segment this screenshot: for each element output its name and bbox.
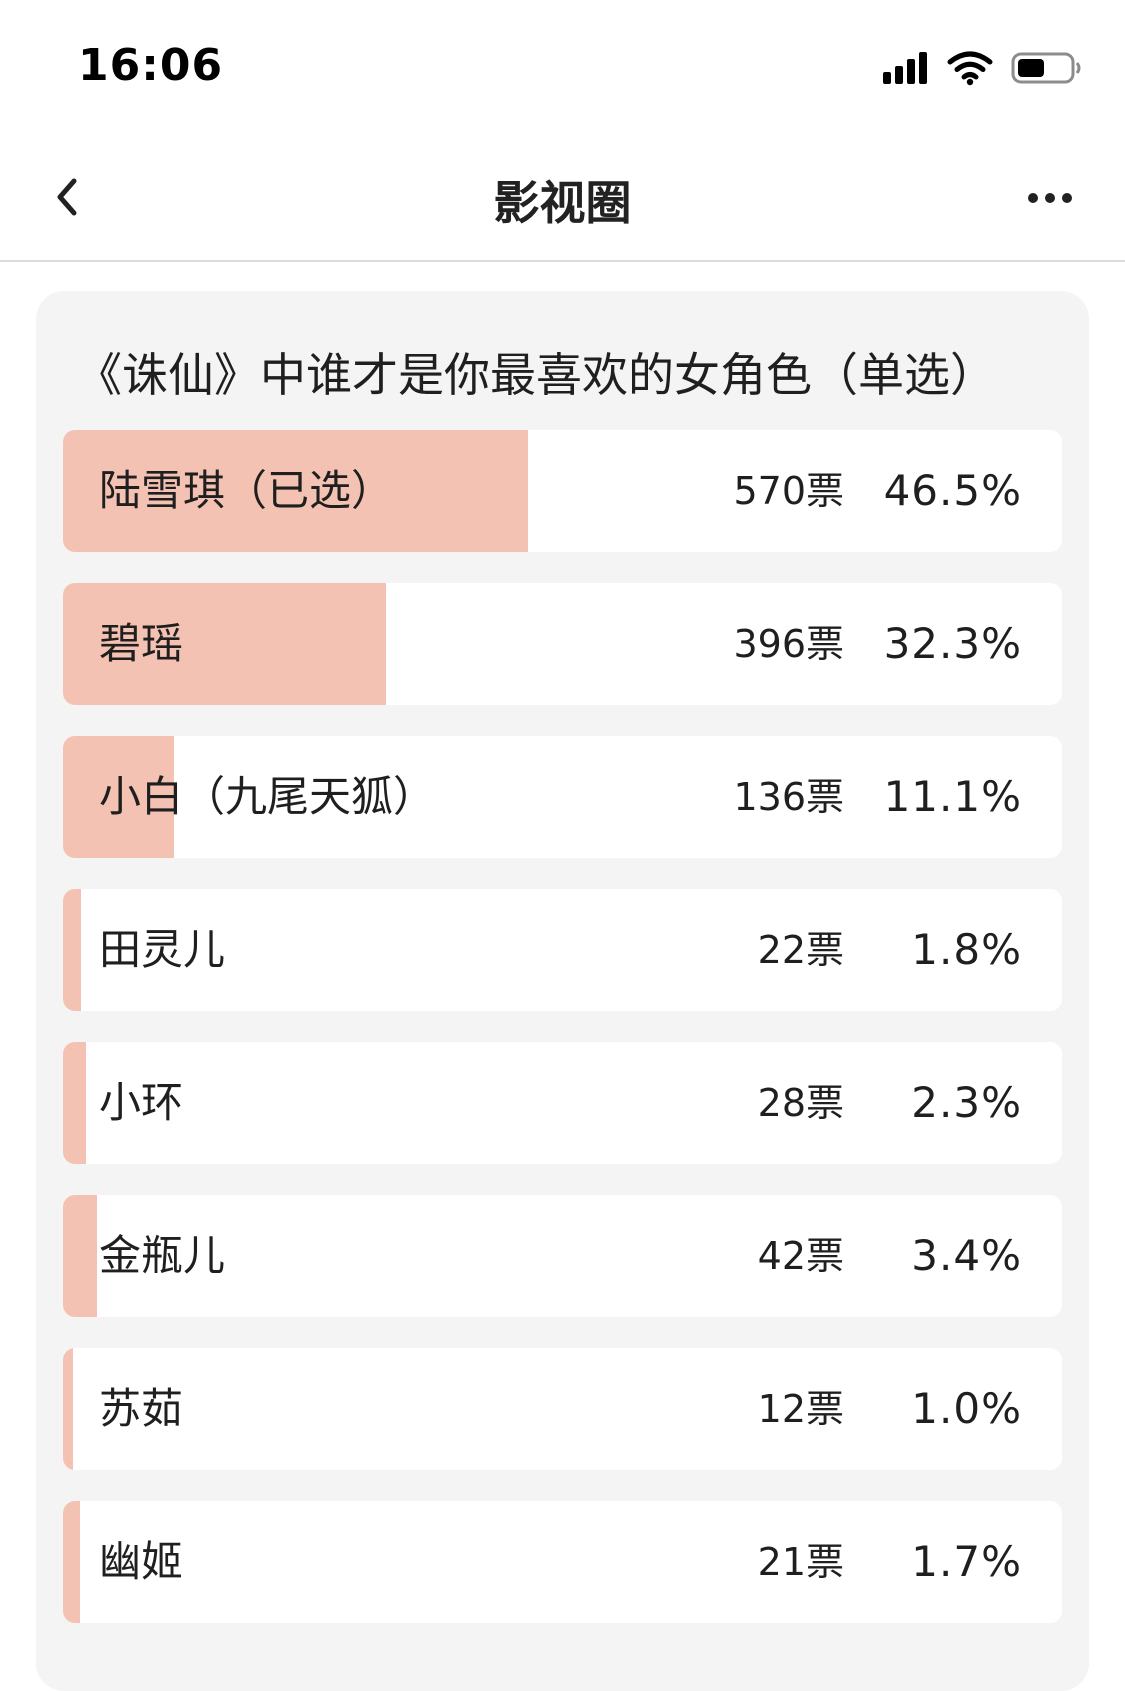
option-result-bar xyxy=(63,1195,97,1317)
option-label: 金瓶儿 xyxy=(99,1231,226,1280)
poll-options: 陆雪琪（已选） 570票 46.5% 碧瑶 396票 32.3% 小白（九尾天狐… xyxy=(63,430,1062,1654)
option-label: 苏茹 xyxy=(99,1384,184,1433)
option-percent: 3.4% xyxy=(911,1231,1022,1280)
poll-option-1[interactable]: 陆雪琪（已选） 570票 46.5% xyxy=(63,430,1062,552)
option-votes: 28票 xyxy=(757,1081,844,1125)
option-votes: 396票 xyxy=(733,622,844,666)
option-votes: 570票 xyxy=(733,469,844,513)
poll-option-6[interactable]: 金瓶儿 42票 3.4% xyxy=(63,1195,1062,1317)
option-votes: 136票 xyxy=(733,775,844,819)
option-percent: 46.5% xyxy=(883,466,1022,515)
poll-card: 《诛仙》中谁才是你最喜欢的女角色（单选） 陆雪琪（已选） 570票 46.5% … xyxy=(36,291,1089,1691)
status-bar: 16:06 xyxy=(0,0,1125,135)
option-result-bar xyxy=(63,889,81,1011)
option-result-bar xyxy=(63,1348,73,1470)
option-label: 小白（九尾天狐） xyxy=(99,772,436,821)
option-label: 田灵儿 xyxy=(99,925,226,974)
poll-option-8[interactable]: 幽姬 21票 1.7% xyxy=(63,1501,1062,1623)
option-votes: 22票 xyxy=(757,928,844,972)
status-icons xyxy=(883,48,1083,88)
poll-question: 《诛仙》中谁才是你最喜欢的女角色（单选） xyxy=(76,348,996,402)
option-label: 碧瑶 xyxy=(99,619,184,668)
option-percent: 11.1% xyxy=(883,772,1022,821)
option-label: 幽姬 xyxy=(99,1537,184,1586)
option-percent: 32.3% xyxy=(883,619,1022,668)
option-votes: 42票 xyxy=(757,1234,844,1278)
option-votes: 12票 xyxy=(757,1387,844,1431)
page-title: 影视圈 xyxy=(493,176,632,230)
option-percent: 1.0% xyxy=(911,1384,1022,1433)
option-votes: 21票 xyxy=(757,1540,844,1584)
poll-option-3[interactable]: 小白（九尾天狐） 136票 11.1% xyxy=(63,736,1062,858)
status-time: 16:06 xyxy=(78,40,224,91)
option-result-bar xyxy=(63,1042,86,1164)
poll-option-4[interactable]: 田灵儿 22票 1.8% xyxy=(63,889,1062,1011)
signal-icon xyxy=(883,52,931,84)
option-percent: 1.7% xyxy=(911,1537,1022,1586)
poll-option-7[interactable]: 苏茹 12票 1.0% xyxy=(63,1348,1062,1470)
option-result-bar xyxy=(63,1501,80,1623)
option-label: 小环 xyxy=(99,1078,184,1127)
option-percent: 2.3% xyxy=(911,1078,1022,1127)
battery-icon xyxy=(1011,52,1081,84)
nav-bar: 影视圈 xyxy=(0,135,1125,262)
more-dots-icon[interactable] xyxy=(1027,191,1073,205)
option-label: 陆雪琪（已选） xyxy=(99,466,394,515)
poll-option-5[interactable]: 小环 28票 2.3% xyxy=(63,1042,1062,1164)
option-percent: 1.8% xyxy=(911,925,1022,974)
poll-option-2[interactable]: 碧瑶 396票 32.3% xyxy=(63,583,1062,705)
wifi-icon xyxy=(947,51,993,86)
